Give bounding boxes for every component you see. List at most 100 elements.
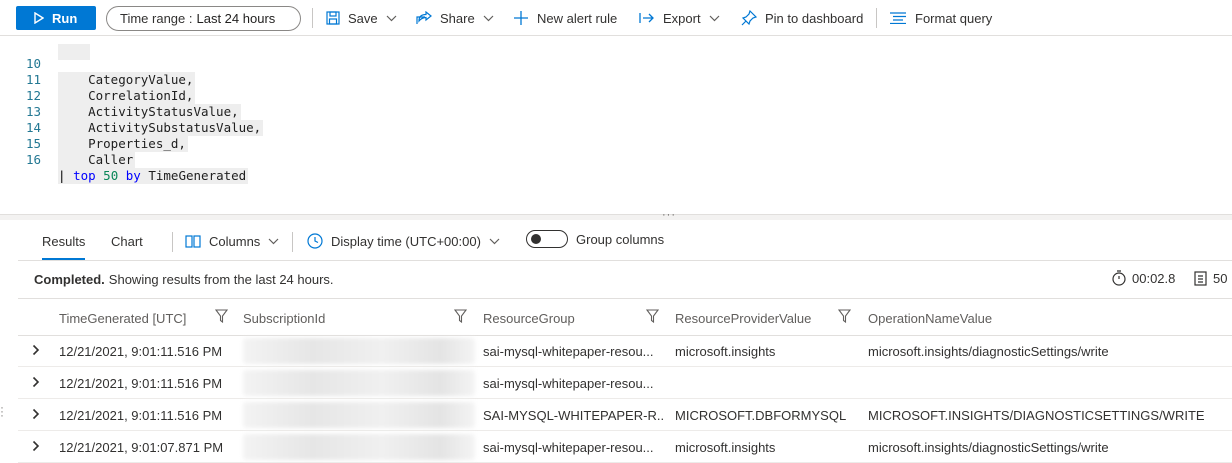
code-text: CategoryValue, [58, 72, 196, 88]
chevron-down-icon [709, 15, 720, 21]
number-literal: 50 [103, 168, 119, 183]
column-header-label: ResourceGroup [483, 310, 575, 326]
table-header: TimeGenerated [UTC] SubscriptionId Resou… [18, 298, 1232, 336]
pipe-operator: | [58, 168, 66, 183]
cell-resource-group: sai-mysql-whitepaper-resou... [483, 343, 654, 359]
chevron-down-icon [386, 15, 397, 21]
code-text: CorrelationId, [58, 88, 196, 104]
run-button[interactable]: Run [16, 6, 96, 30]
cell-resource-group: sai-mysql-whitepaper-resou... [483, 439, 654, 455]
cell-operation: microsoft.insights/diagnosticSettings/wr… [868, 343, 1109, 359]
query-editor[interactable]: 10 CategoryValue, 11 CorrelationId, 12 A… [0, 36, 1232, 214]
share-icon [416, 11, 432, 24]
display-time-button[interactable]: Display time (UTC+00:00) [307, 222, 500, 260]
save-icon [326, 11, 340, 25]
chevron-right-icon[interactable] [32, 408, 40, 420]
column-header-label: SubscriptionId [243, 310, 326, 326]
column-header-subscriptionid[interactable]: SubscriptionId [243, 299, 325, 337]
group-columns-toggle[interactable]: Group columns [526, 220, 664, 258]
chevron-right-icon[interactable] [32, 440, 40, 452]
share-button[interactable]: Share [416, 0, 494, 36]
toolbar-divider [876, 8, 877, 28]
cell-time: 12/21/2021, 9:01:07.871 PM [59, 439, 224, 455]
column-header-label: OperationNameValue [868, 310, 993, 326]
filter-icon[interactable] [454, 309, 467, 323]
column-header-label: TimeGenerated [UTC] [59, 310, 187, 326]
toolbar-divider [312, 8, 313, 28]
chevron-down-icon [483, 15, 494, 21]
display-time-label: Display time (UTC+00:00) [331, 233, 481, 249]
redacted-subscription-id [243, 402, 475, 428]
new-alert-label: New alert rule [537, 10, 618, 26]
cell-operation: microsoft.insights/diagnosticSettings/wr… [868, 439, 1109, 455]
duration-value: 00:02.8 [1132, 270, 1176, 286]
code-line: 16 | top 50 by TimeGenerated [0, 136, 249, 184]
format-label: Format query [915, 10, 993, 26]
columns-icon [185, 234, 201, 248]
columns-label: Columns [209, 233, 261, 249]
export-button[interactable]: Export [639, 0, 720, 36]
keyword-by: by [125, 168, 141, 183]
code-line: 11 CorrelationId, [0, 56, 196, 104]
pin-icon [741, 10, 757, 26]
results-toolbar: Results Chart Columns Display time (UTC+… [18, 222, 1232, 260]
redacted-subscription-id [243, 338, 475, 364]
status-text: Showing results from the last 24 hours. [108, 272, 334, 287]
cell-resource-group: SAI-MYSQL-WHITEPAPER-R... [483, 407, 663, 423]
new-alert-rule-button[interactable]: New alert rule [513, 0, 617, 36]
group-columns-label: Group columns [576, 231, 665, 247]
keyword-top: top [73, 168, 96, 183]
code-line: 14 Properties_d, [0, 104, 188, 152]
table-row[interactable]: 12/21/2021, 9:01:07.871 PM sai-mysql-whi… [18, 431, 1232, 463]
pin-to-dashboard-button[interactable]: Pin to dashboard [741, 0, 863, 36]
code-line-partial [0, 28, 300, 60]
clock-icon [307, 233, 323, 249]
code-text: Properties_d, [58, 136, 188, 152]
column-header-operationnamevalue[interactable]: OperationNameValue [868, 299, 992, 337]
columns-button[interactable]: Columns [185, 222, 279, 260]
export-label: Export [663, 10, 701, 26]
code-text: | top 50 by TimeGenerated [58, 168, 249, 184]
code-line: 10 CategoryValue, [0, 40, 196, 88]
cell-provider: microsoft.insights [675, 439, 776, 455]
time-range-label: Time range : [120, 11, 193, 26]
code-text: Caller [58, 152, 136, 168]
save-label: Save [348, 10, 378, 26]
code-text: ActivitySubstatusValue, [58, 120, 264, 136]
filter-icon[interactable] [646, 309, 659, 323]
query-status: Completed. Showing results from the last… [18, 260, 1232, 298]
format-query-button[interactable]: Format query [889, 0, 992, 36]
filter-icon[interactable] [215, 309, 228, 323]
table-row[interactable]: 12/21/2021, 9:01:11.516 PM SAI-MYSQL-WHI… [18, 399, 1232, 431]
plus-icon [514, 11, 528, 25]
column-header-label: ResourceProviderValue [675, 310, 812, 326]
tab-chart[interactable]: Chart [111, 222, 143, 260]
table-row[interactable]: 12/21/2021, 9:01:11.516 PM sai-mysql-whi… [18, 367, 1232, 399]
column-header-timegenerated[interactable]: TimeGenerated [UTC] [59, 299, 186, 337]
cell-time: 12/21/2021, 9:01:11.516 PM [59, 407, 223, 423]
tab-results[interactable]: Results [42, 222, 86, 260]
redacted-subscription-id [243, 434, 475, 460]
save-button[interactable]: Save [326, 0, 397, 36]
chevron-down-icon [268, 238, 279, 244]
redacted-subscription-id [243, 370, 475, 396]
results-divider [172, 232, 173, 252]
status-bold: Completed. [34, 272, 105, 287]
field-name: TimeGenerated [148, 168, 247, 183]
panel-grip-icon[interactable]: · · · [0, 401, 4, 421]
toggle-switch[interactable] [526, 230, 568, 248]
results-divider [292, 232, 293, 252]
column-header-resourceprovidervalue[interactable]: ResourceProviderValue [675, 299, 811, 337]
code-line: 12 ActivityStatusValue, [0, 72, 241, 120]
chevron-down-icon [489, 238, 500, 244]
chevron-right-icon[interactable] [32, 376, 40, 388]
export-icon [639, 13, 654, 23]
cell-time: 12/21/2021, 9:01:11.516 PM [59, 375, 223, 391]
filter-icon[interactable] [838, 309, 851, 323]
chevron-right-icon[interactable] [32, 344, 40, 356]
share-label: Share [440, 10, 475, 26]
row-count: 50 [1194, 268, 1227, 288]
column-header-resourcegroup[interactable]: ResourceGroup [483, 299, 575, 337]
table-row[interactable]: 12/21/2021, 9:01:11.516 PM sai-mysql-whi… [18, 335, 1232, 367]
code-text: ActivityStatusValue, [58, 104, 241, 120]
